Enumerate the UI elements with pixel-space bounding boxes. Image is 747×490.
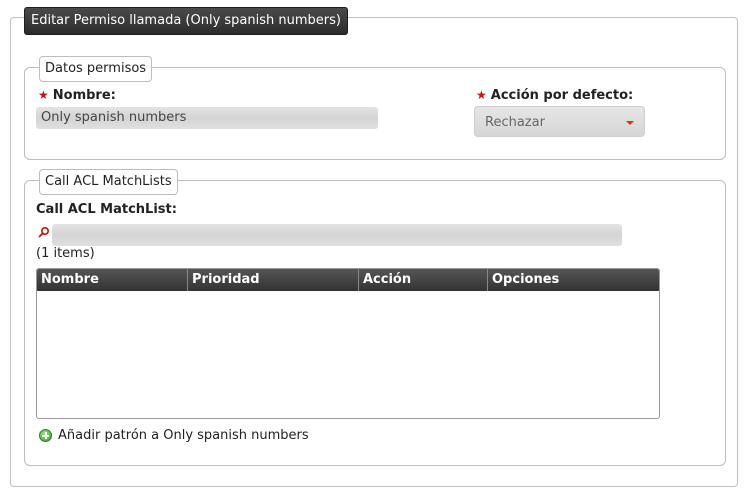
add-pattern-link[interactable]: Añadir patrón a Only spanish numbers: [39, 428, 309, 443]
column-header-accion[interactable]: Acción: [359, 269, 488, 291]
table-body: [37, 291, 659, 418]
accion-select-value: Rechazar: [485, 115, 545, 130]
required-star-icon: ★: [476, 88, 487, 102]
accion-label: ★ Acción por defecto:: [476, 88, 633, 103]
table-header: Nombre Prioridad Acción Opciones: [37, 269, 659, 291]
matchlists-legend: Call ACL MatchLists: [39, 169, 178, 195]
column-header-prioridad[interactable]: Prioridad: [188, 269, 359, 291]
datos-legend: Datos permisos: [39, 56, 153, 82]
accion-label-text: Acción por defecto:: [490, 88, 634, 103]
items-count: (1 items): [36, 246, 95, 261]
nombre-label-text: Nombre:: [52, 88, 116, 103]
nombre-label: ★ Nombre:: [38, 88, 116, 103]
required-star-icon: ★: [38, 88, 49, 102]
matchlist-table: Nombre Prioridad Acción Opciones: [36, 268, 660, 419]
column-header-nombre[interactable]: Nombre: [37, 269, 188, 291]
nombre-input[interactable]: Only spanish numbers: [36, 107, 378, 129]
accion-select[interactable]: Rechazar: [474, 106, 645, 137]
search-icon[interactable]: [38, 226, 50, 238]
add-icon: [39, 429, 52, 442]
panel-title: Editar Permiso llamada (Only spanish num…: [24, 7, 348, 35]
chevron-down-icon: [626, 121, 634, 125]
column-header-opciones[interactable]: Opciones: [488, 269, 659, 291]
matchlist-label: Call ACL MatchList:: [36, 202, 177, 217]
add-pattern-label: Añadir patrón a Only spanish numbers: [58, 428, 309, 443]
matchlist-search-input[interactable]: [52, 224, 622, 246]
